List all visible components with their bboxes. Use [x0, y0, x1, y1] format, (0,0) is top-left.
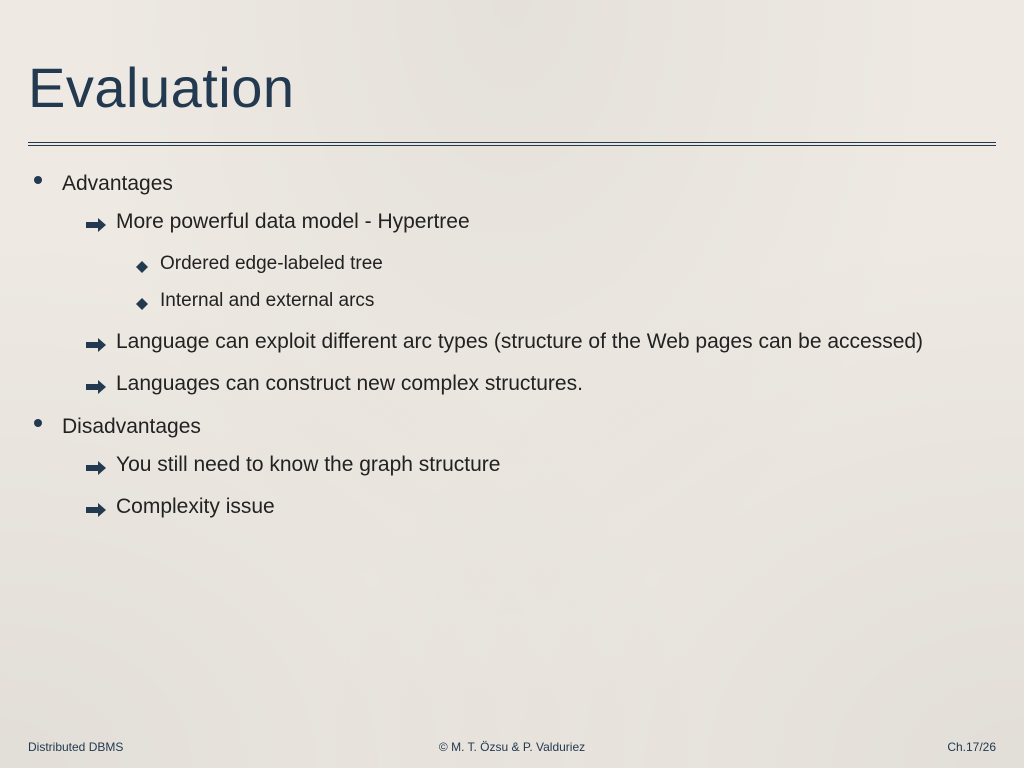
sub-bullet-text: Language can exploit different arc types… — [116, 328, 996, 356]
sub-bullet-text: More powerful data model - Hypertree — [116, 208, 996, 236]
sub-bullet: Language can exploit different arc types… — [86, 328, 996, 360]
arrow-right-icon — [86, 212, 108, 240]
sub-bullet: Complexity issue — [86, 493, 996, 525]
bullet-disadvantages: Disadvantages — [28, 413, 996, 441]
sub-bullet-text: You still need to know the graph structu… — [116, 451, 996, 479]
slide-title: Evaluation — [28, 55, 996, 120]
arrow-right-icon — [86, 332, 108, 360]
subsub-text: Internal and external arcs — [160, 288, 996, 314]
bullet-label: Disadvantages — [62, 413, 996, 441]
footer-right: Ch.17/26 — [673, 740, 996, 754]
bullet-dot-icon — [34, 176, 42, 184]
subsub-text: Ordered edge-labeled tree — [160, 251, 996, 277]
bullet-advantages: Advantages — [28, 170, 996, 198]
arrow-right-icon — [86, 374, 108, 402]
sub-bullet: Languages can construct new complex stru… — [86, 370, 996, 402]
bullet-label: Advantages — [62, 170, 996, 198]
subsub-bullet: Internal and external arcs — [136, 288, 996, 318]
footer-center: © M. T. Özsu & P. Valduriez — [351, 740, 674, 754]
sub-bullet-text: Complexity issue — [116, 493, 996, 521]
slide-content: Advantages More powerful data model - Hy… — [28, 146, 996, 526]
sub-bullet: You still need to know the graph structu… — [86, 451, 996, 483]
footer-left: Distributed DBMS — [28, 740, 351, 754]
diamond-icon — [136, 292, 152, 318]
sub-bullet-text: Languages can construct new complex stru… — [116, 370, 996, 398]
arrow-right-icon — [86, 455, 108, 483]
diamond-icon — [136, 255, 152, 281]
sub-bullet: More powerful data model - Hypertree — [86, 208, 996, 240]
arrow-right-icon — [86, 497, 108, 525]
slide-footer: Distributed DBMS © M. T. Özsu & P. Valdu… — [0, 740, 1024, 754]
bullet-dot-icon — [34, 419, 42, 427]
subsub-bullet: Ordered edge-labeled tree — [136, 251, 996, 281]
slide: Evaluation Advantages More powerful data… — [0, 0, 1024, 768]
